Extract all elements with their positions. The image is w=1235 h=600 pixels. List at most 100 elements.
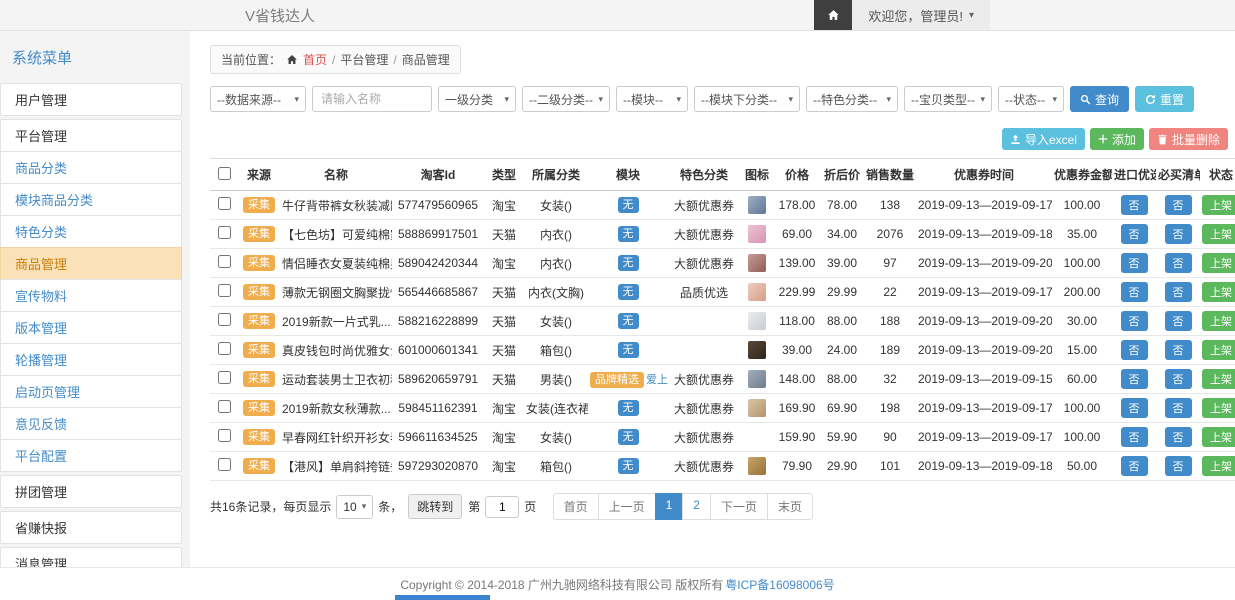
row-checkbox[interactable] <box>218 284 231 297</box>
row-checkbox[interactable] <box>218 342 231 355</box>
source-badge: 采集 <box>243 342 275 358</box>
must-buy-toggle[interactable]: 否 <box>1165 282 1192 302</box>
sidebar-item[interactable]: 商品分类 <box>0 151 182 184</box>
status-button[interactable]: 上架 <box>1202 340 1235 360</box>
icp-link[interactable]: 粤ICP备16098006号 <box>725 576 834 593</box>
row-checkbox[interactable] <box>218 313 231 326</box>
breadcrumb-item-platform[interactable]: 平台管理 <box>340 51 388 68</box>
batch-delete-button[interactable]: 批量删除 <box>1149 128 1228 150</box>
import-select-toggle[interactable]: 否 <box>1121 369 1148 389</box>
status-button[interactable]: 上架 <box>1202 224 1235 244</box>
must-buy-toggle[interactable]: 否 <box>1165 311 1192 331</box>
filter-select[interactable]: --状态--▾ <box>998 86 1064 112</box>
import-select-toggle[interactable]: 否 <box>1121 195 1148 215</box>
name-search-input[interactable] <box>312 86 432 112</box>
must-buy-toggle[interactable]: 否 <box>1165 369 1192 389</box>
table-toolbar: 导入excel 添加 批量删除 <box>210 128 1228 150</box>
sidebar-item[interactable]: 消息管理 <box>0 547 182 568</box>
status-button[interactable]: 上架 <box>1202 427 1235 447</box>
must-buy-toggle[interactable]: 否 <box>1165 398 1192 418</box>
sidebar-item[interactable]: 特色分类 <box>0 215 182 248</box>
taoke-id: 589042420344 <box>392 249 484 278</box>
page-number-link[interactable]: 1 <box>655 493 684 520</box>
filter-select[interactable]: 一级分类▾ <box>438 86 516 112</box>
import-select-toggle[interactable]: 否 <box>1121 398 1148 418</box>
page-number-link[interactable]: 2 <box>682 493 711 520</box>
reset-button[interactable]: 重置 <box>1135 86 1194 112</box>
horizontal-scrollbar-thumb[interactable] <box>395 595 490 600</box>
sidebar-item[interactable]: 拼团管理 <box>0 475 182 508</box>
sidebar-item[interactable]: 宣传物料 <box>0 279 182 312</box>
filter-select[interactable]: --宝贝类型--▾ <box>904 86 992 112</box>
cell-source: 采集 <box>238 394 280 423</box>
status-button[interactable]: 上架 <box>1202 369 1235 389</box>
row-checkbox[interactable] <box>218 197 231 210</box>
sidebar-item[interactable]: 平台配置 <box>0 439 182 472</box>
import-select-toggle[interactable]: 否 <box>1121 456 1148 476</box>
cell-coupon-time: 2019-09-13—2019-09-18 <box>916 220 1052 249</box>
source-badge: 采集 <box>243 255 275 271</box>
filter-select[interactable]: --模块--▾ <box>616 86 688 112</box>
filter-select-value: --特色分类-- <box>813 91 877 108</box>
cell-coupon-time: 2019-09-13—2019-09-17 <box>916 394 1052 423</box>
user-menu[interactable]: 欢迎您，管理员! ▾ <box>852 0 990 30</box>
sidebar-item[interactable]: 模块商品分类 <box>0 183 182 216</box>
must-buy-toggle[interactable]: 否 <box>1165 427 1192 447</box>
must-buy-toggle[interactable]: 否 <box>1165 224 1192 244</box>
select-all-checkbox[interactable] <box>218 167 231 180</box>
import-select-toggle[interactable]: 否 <box>1121 282 1148 302</box>
taoke-id: 601000601341 <box>392 336 484 365</box>
sidebar-item[interactable]: 启动页管理 <box>0 375 182 408</box>
table-row: 采集情侣睡衣女夏装纯棉男士...589042420344淘宝内衣()无大额优惠券… <box>210 249 1235 278</box>
row-checkbox[interactable] <box>218 429 231 442</box>
must-buy-toggle[interactable]: 否 <box>1165 253 1192 273</box>
row-checkbox[interactable] <box>218 226 231 239</box>
import-excel-button[interactable]: 导入excel <box>1002 128 1085 150</box>
filter-select[interactable]: --模块下分类--▾ <box>694 86 800 112</box>
import-select-toggle[interactable]: 否 <box>1121 311 1148 331</box>
search-button[interactable]: 查询 <box>1070 86 1129 112</box>
row-checkbox[interactable] <box>218 255 231 268</box>
per-page-select[interactable]: 10 ▾ <box>336 495 373 519</box>
page-nav-link[interactable]: 上一页 <box>598 493 656 520</box>
row-checkbox[interactable] <box>218 458 231 471</box>
add-button[interactable]: 添加 <box>1090 128 1144 150</box>
sidebar-item[interactable]: 意见反馈 <box>0 407 182 440</box>
import-select-toggle[interactable]: 否 <box>1121 224 1148 244</box>
page-nav-link[interactable]: 下一页 <box>710 493 768 520</box>
import-select-toggle[interactable]: 否 <box>1121 340 1148 360</box>
page-number-input[interactable] <box>485 496 519 518</box>
home-button[interactable] <box>814 0 852 30</box>
import-select-toggle[interactable]: 否 <box>1121 253 1148 273</box>
sidebar-item[interactable]: 平台管理 <box>0 119 182 152</box>
cell-feature: 大额优惠券 <box>668 249 740 278</box>
jump-button[interactable]: 跳转到 <box>408 494 462 519</box>
breadcrumb-prefix: 当前位置： <box>221 51 281 68</box>
sidebar-item[interactable]: 用户管理 <box>0 83 182 116</box>
filter-select[interactable]: --二级分类--▾ <box>522 86 610 112</box>
filter-select[interactable]: --特色分类--▾ <box>806 86 898 112</box>
status-button[interactable]: 上架 <box>1202 282 1235 302</box>
status-button[interactable]: 上架 <box>1202 253 1235 273</box>
cell-coupon-amount: 200.00 <box>1052 278 1112 307</box>
cell-must-buy-toggle: 否 <box>1156 423 1200 452</box>
sidebar-item[interactable]: 省赚快报 <box>0 511 182 544</box>
status-button[interactable]: 上架 <box>1202 456 1235 476</box>
status-button[interactable]: 上架 <box>1202 195 1235 215</box>
sidebar-item[interactable]: 商品管理 <box>0 247 182 280</box>
must-buy-toggle[interactable]: 否 <box>1165 195 1192 215</box>
column-header: 价格 <box>774 159 820 191</box>
must-buy-toggle[interactable]: 否 <box>1165 340 1192 360</box>
page-nav-link[interactable]: 首页 <box>553 493 599 520</box>
row-checkbox[interactable] <box>218 371 231 384</box>
must-buy-toggle[interactable]: 否 <box>1165 456 1192 476</box>
breadcrumb-home-link[interactable]: 首页 <box>303 51 327 68</box>
filter-select[interactable]: --数据来源--▾ <box>210 86 306 112</box>
import-select-toggle[interactable]: 否 <box>1121 427 1148 447</box>
row-checkbox[interactable] <box>218 400 231 413</box>
sidebar-item[interactable]: 版本管理 <box>0 311 182 344</box>
status-button[interactable]: 上架 <box>1202 311 1235 331</box>
page-nav-link[interactable]: 末页 <box>767 493 813 520</box>
status-button[interactable]: 上架 <box>1202 398 1235 418</box>
sidebar-item[interactable]: 轮播管理 <box>0 343 182 376</box>
